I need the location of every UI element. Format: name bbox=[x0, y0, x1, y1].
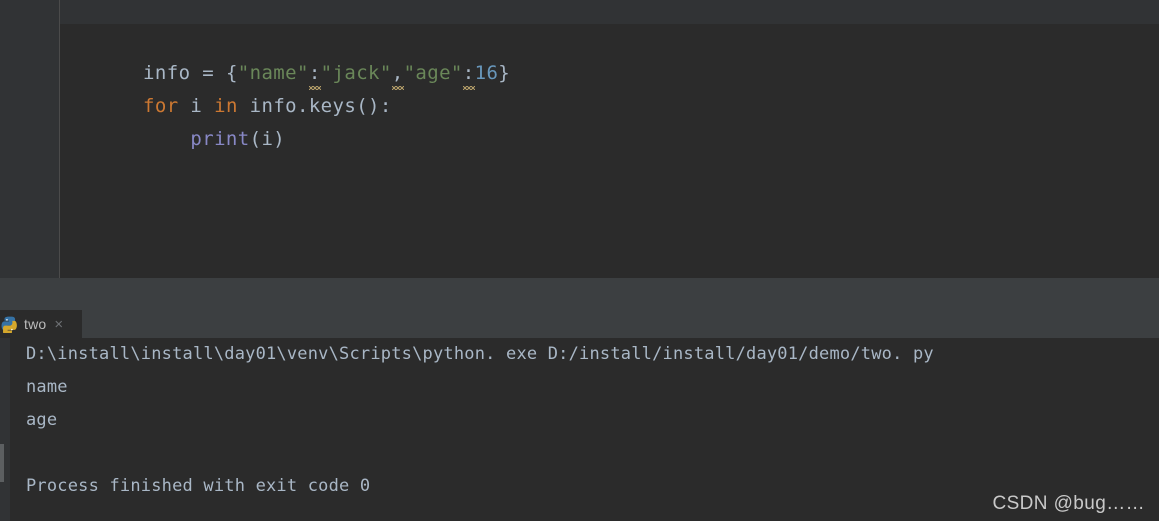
run-tool-window: two × D:\install\install\day01\venv\Scri… bbox=[0, 310, 1159, 521]
code-token: ( bbox=[249, 128, 262, 150]
code-token-warning: : bbox=[462, 57, 475, 90]
run-tab-two[interactable]: two × bbox=[0, 310, 82, 338]
code-token: info bbox=[249, 95, 297, 117]
code-token: . bbox=[297, 95, 309, 117]
console-line-command: D:\install\install\day01\venv\Scripts\py… bbox=[26, 344, 934, 364]
code-token: print bbox=[190, 128, 250, 150]
console-scrollbar-thumb[interactable] bbox=[0, 444, 4, 482]
code-token-warning: , bbox=[391, 57, 404, 90]
code-token: 16 bbox=[474, 62, 499, 84]
code-token: = bbox=[190, 62, 226, 84]
code-token: { bbox=[225, 62, 238, 84]
code-token-warning: : bbox=[308, 57, 321, 90]
code-line[interactable]: info = {"name":"jack","age":16} bbox=[60, 24, 1159, 90]
run-tab-bar: two × bbox=[0, 310, 1159, 338]
editor-gutter[interactable] bbox=[0, 0, 59, 278]
console-line-output: name bbox=[26, 377, 68, 397]
code-token: for bbox=[143, 95, 179, 117]
code-token: "jack" bbox=[320, 62, 392, 84]
code-token: i bbox=[190, 95, 203, 117]
code-token: keys bbox=[308, 95, 357, 117]
code-token: in bbox=[214, 95, 238, 117]
code-editor-pane[interactable]: info = {"name":"jack","age":16} for i in… bbox=[0, 0, 1159, 278]
code-token: info bbox=[143, 62, 191, 84]
code-token: "name" bbox=[237, 62, 309, 84]
console-line-list: D:\install\install\day01\venv\Scripts\py… bbox=[10, 338, 1159, 503]
run-tab-label: two bbox=[24, 316, 47, 332]
console-output[interactable]: D:\install\install\day01\venv\Scripts\py… bbox=[0, 338, 1159, 521]
python-file-icon bbox=[1, 316, 18, 335]
editor-top-strip bbox=[60, 0, 1159, 24]
code-token: "age" bbox=[403, 62, 463, 84]
code-token: i bbox=[261, 128, 274, 150]
console-gutter bbox=[0, 338, 10, 521]
csdn-watermark: CSDN @bug…… bbox=[992, 493, 1145, 514]
close-icon[interactable]: × bbox=[54, 317, 63, 332]
code-text-area[interactable]: info = {"name":"jack","age":16} for i in… bbox=[60, 24, 1159, 278]
console-line-output: age bbox=[26, 410, 58, 430]
code-token: ) bbox=[273, 128, 286, 150]
code-token: } bbox=[498, 62, 511, 84]
console-line-status: Process finished with exit code 0 bbox=[26, 476, 371, 496]
tool-window-splitter[interactable] bbox=[0, 278, 1159, 310]
code-token: (): bbox=[356, 95, 392, 117]
